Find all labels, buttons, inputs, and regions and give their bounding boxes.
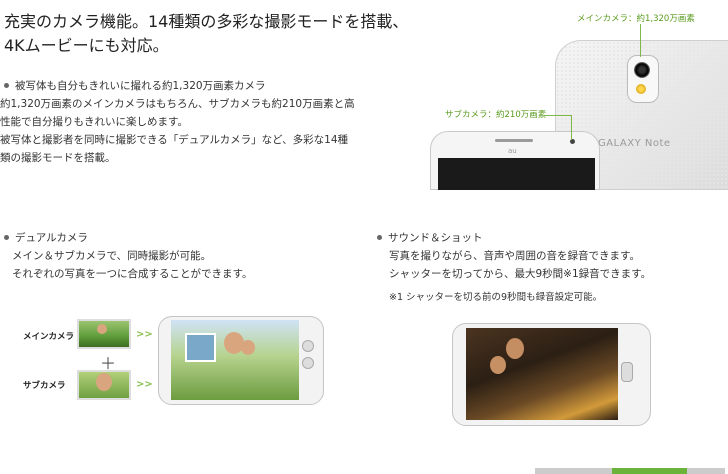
sub-camera-callout: サブカメラ：約210万画素 [445, 110, 547, 120]
arrow-icon: >> [136, 379, 153, 390]
feature-camera-line: 被写体と撮影者を同時に撮影できる「デュアルカメラ」など、多彩な14種 [0, 134, 348, 146]
shutter-icon [302, 340, 314, 352]
sound-shot-note: ※1 シャッターを切る前の9秒間も録音設定可能。 [389, 292, 603, 303]
main-camera-callout-line [640, 24, 641, 57]
feature-camera-title-text: 被写体も自分もきれいに撮れる約1,320万画素カメラ [15, 80, 266, 92]
sub-camera-callout-line-v [571, 115, 572, 140]
screen-face [241, 340, 255, 355]
heading-line-1: 充実のカメラ機能。14種類の多彩な撮影モードを搭載、 [4, 12, 409, 31]
main-camera-label: メインカメラ [23, 332, 75, 342]
camera-lens-icon [634, 62, 650, 78]
dual-camera-title: デュアルカメラ [4, 229, 344, 247]
phone-front-screen [438, 158, 595, 190]
sound-shot-line: 写真を撮りながら、音声や周囲の音を録音できます。 [389, 250, 640, 262]
feature-camera-title: 被写体も自分もきれいに撮れる約1,320万画素カメラ [4, 77, 424, 95]
phone-brand-text: GALAXY Note [598, 138, 671, 149]
sound-shot-line: シャッターを切ってから、最大9秒間※1録音できます。 [389, 268, 652, 280]
screen-face [490, 356, 506, 374]
bottom-bar-accent [612, 468, 687, 474]
sound-shot-screen [466, 328, 618, 420]
bullet-dot-icon [4, 234, 9, 240]
main-camera-callout: メインカメラ：約1,320万画素 [577, 14, 695, 24]
camera-switch-icon [302, 357, 314, 369]
dual-camera-line: メイン＆サブカメラで、同時撮影が可能。 [12, 250, 212, 262]
record-icon [621, 362, 633, 382]
sound-shot-description: 写真を撮りながら、音声や周囲の音を録音できます。 シャッターを切ってから、最大9… [389, 247, 719, 283]
feature-camera-line: 約1,320万画素のメインカメラはもちろん、サブカメラも約210万画素と高 [0, 98, 355, 110]
bullet-dot-icon [377, 234, 382, 240]
pip-window [185, 333, 216, 362]
screen-face [506, 338, 524, 359]
thumbnail-face [96, 373, 112, 391]
dual-camera-description: メイン＆サブカメラで、同時撮影が可能。 それぞれの写真を一つに合成することができ… [12, 247, 352, 283]
next-section-title-clipped [4, 465, 204, 474]
dual-camera-line: それぞれの写真を一つに合成することができます。 [12, 268, 253, 280]
sound-shot-title: サウンド＆ショット [377, 229, 717, 247]
thumbnail-face [97, 324, 107, 334]
sub-camera-label: サブカメラ [23, 381, 66, 391]
page-heading: 充実のカメラ機能。14種類の多彩な撮影モードを搭載、 4Kムービーにも対応。 [4, 10, 424, 58]
feature-camera-line: 類の撮影モードを搭載。 [0, 152, 116, 164]
dual-camera-title-text: デュアルカメラ [15, 232, 88, 244]
carrier-logo: au [508, 147, 517, 155]
camera-flash-icon [636, 84, 646, 94]
feature-camera-description: 約1,320万画素のメインカメラはもちろん、サブカメラも約210万画素と高 性能… [0, 95, 420, 167]
heading-line-2: 4Kムービーにも対応。 [4, 36, 169, 55]
sub-camera-callout-line-h [545, 115, 571, 116]
phone-speaker [495, 139, 533, 142]
bullet-dot-icon [4, 82, 9, 88]
sound-shot-title-text: サウンド＆ショット [388, 232, 483, 244]
arrow-icon: >> [136, 329, 153, 340]
feature-camera-line: 性能で自分撮りもきれいに楽しめます。 [0, 116, 188, 128]
